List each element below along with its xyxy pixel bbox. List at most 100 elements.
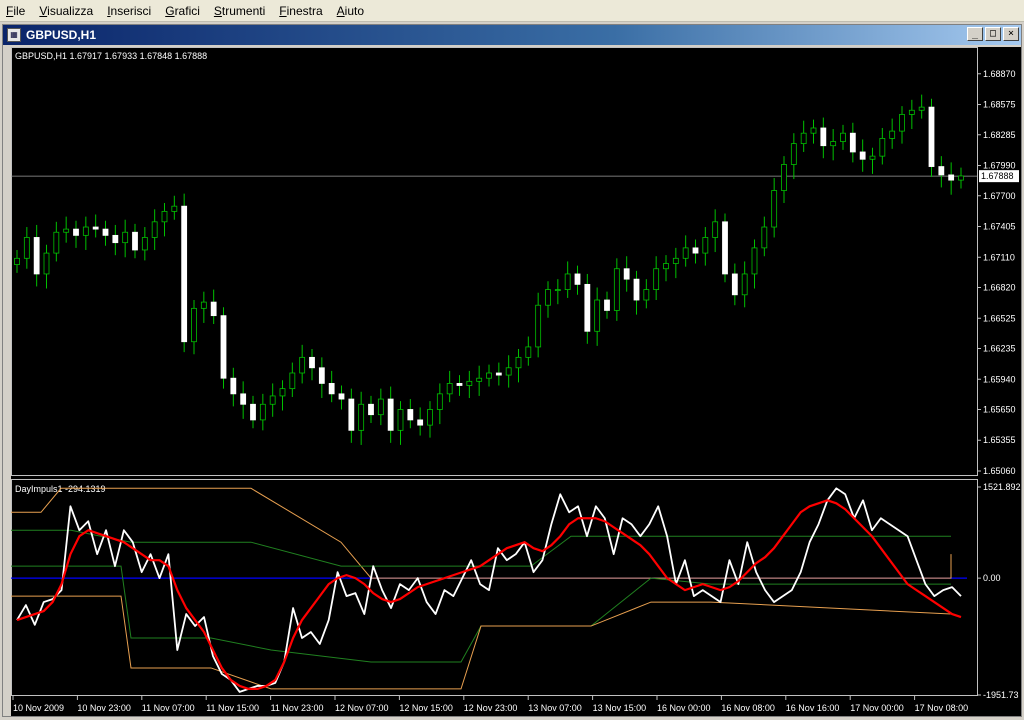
candle-bull (14, 257, 20, 265)
candle-bull (525, 346, 532, 358)
indicator-tick-label: 1521.892 (983, 482, 1021, 492)
indicator-series (11, 487, 967, 693)
candle-bull (682, 247, 689, 259)
candle-bear (928, 106, 935, 167)
menu-finestra[interactable]: Finestra (273, 0, 330, 22)
candle-bear (387, 398, 394, 431)
candle-bull (840, 132, 846, 142)
time-tick-label: 13 Nov 15:00 (593, 703, 647, 713)
candle-bull (259, 403, 266, 421)
time-tick-label: 10 Nov 2009 (13, 703, 64, 713)
time-tick-label: 11 Nov 23:00 (271, 703, 324, 713)
price-tick-label: 1.66235 (983, 343, 1016, 353)
candle-bull (53, 231, 60, 254)
candle-bull (486, 372, 492, 379)
price-tick-label: 1.65060 (983, 466, 1016, 476)
candle-bull (899, 114, 905, 132)
candle-bull (279, 388, 286, 397)
candle-bull (672, 257, 679, 264)
candle-bull (741, 273, 748, 296)
indicator-pane-border (11, 479, 978, 696)
menu-grafici[interactable]: Grafici (159, 0, 208, 22)
time-tick-label: 10 Nov 23:00 (77, 703, 131, 713)
candle-bull (122, 231, 129, 244)
window-title: GBPUSD,H1 (26, 28, 97, 42)
maximize-button[interactable]: □ (985, 27, 1001, 41)
price-tick-label: 1.65650 (983, 404, 1016, 414)
close-button[interactable]: × (1003, 27, 1019, 41)
menu-visualizza[interactable]: Visualizza (33, 0, 101, 22)
candle-bull (269, 395, 276, 405)
candle-bear (849, 132, 856, 153)
chart-canvas[interactable]: GBPUSD,H1 1.67917 1.67933 1.67848 1.6788… (11, 47, 1021, 716)
candle-bull (613, 268, 620, 311)
candle-bear (495, 372, 502, 376)
price-tick-label: 1.68870 (983, 69, 1016, 79)
candle-bear (240, 393, 247, 405)
time-tick-label: 12 Nov 15:00 (399, 703, 453, 713)
band-lower-orange (11, 595, 952, 690)
candle-bull (702, 237, 709, 254)
price-tick-label: 1.68285 (983, 130, 1016, 140)
candle-bull (751, 247, 758, 275)
time-tick-label: 17 Nov 00:00 (850, 703, 904, 713)
candle-bull (761, 226, 768, 249)
menu-file[interactable]: File (0, 0, 33, 22)
window-titlebar[interactable]: ▦ GBPUSD,H1 _ □ × (3, 25, 1021, 45)
candle-bull (200, 301, 207, 309)
window-controls: _ □ × (967, 27, 1019, 41)
candle-bull (446, 383, 453, 395)
candle-bull (781, 164, 787, 191)
candle-bull (918, 106, 925, 111)
time-axis: 10 Nov 2009 10 Nov 23:00 11 Nov 07:00 11 No… (12, 695, 969, 713)
menu-inserisci[interactable]: Inserisci (101, 0, 159, 22)
candle-bull (171, 205, 178, 212)
time-tick-label: 13 Nov 07:00 (528, 703, 582, 713)
candle-bull (505, 367, 512, 376)
candle-bear (348, 398, 355, 431)
current-price-label: 1.67888 (981, 171, 1014, 181)
candle-bear (112, 234, 119, 244)
candle-bull (82, 226, 89, 236)
candle-bull (289, 372, 296, 390)
time-tick-label: 12 Nov 07:00 (335, 703, 389, 713)
candle-bull (377, 398, 384, 416)
menu-bar: File Visualizza Inserisci Grafici Strume… (0, 0, 1024, 22)
candle-bear (731, 273, 738, 296)
time-tick-label: 17 Nov 08:00 (915, 703, 969, 713)
candle-bear (309, 356, 315, 369)
candle-bear (574, 273, 581, 285)
candle-bull (869, 155, 876, 160)
candle-bear (318, 367, 325, 384)
candle-bull (466, 380, 473, 386)
candle-bull (427, 409, 433, 426)
menu-aiuto[interactable]: Aiuto (331, 0, 372, 22)
candle-bull (515, 356, 522, 369)
candle-bull (594, 299, 601, 332)
time-tick-label: 16 Nov 08:00 (721, 703, 775, 713)
price-tick-label: 1.67110 (983, 252, 1015, 262)
minimize-button[interactable]: _ (967, 27, 983, 41)
candle-bear (92, 226, 99, 230)
candle-bull (436, 393, 443, 410)
candle-bear (250, 403, 256, 421)
menu-strumenti[interactable]: Strumenti (208, 0, 273, 22)
candle-bear (33, 237, 40, 275)
price-tick-label: 1.65940 (983, 374, 1016, 384)
candle-bull (958, 175, 964, 181)
candle-bull (397, 409, 404, 431)
candle-bear (948, 174, 955, 181)
candlestick-series (14, 94, 964, 445)
candle-bull (161, 210, 168, 223)
indicator-tick-label: 0.00 (983, 573, 1001, 583)
candle-bull (771, 190, 778, 228)
price-tick-label: 1.65355 (983, 435, 1016, 445)
price-axis: 1.68870 1.68575 1.68285 1.67990 1.67700 1.674… (11, 69, 1019, 476)
time-tick-label: 16 Nov 16:00 (786, 703, 840, 713)
candle-bull (23, 237, 30, 259)
candle-bear (584, 283, 591, 332)
chart-svg: GBPUSD,H1 1.67917 1.67933 1.67848 1.6788… (11, 47, 1021, 713)
candle-bull (663, 263, 669, 270)
candle-bear (181, 205, 188, 343)
candle-bull (141, 237, 148, 251)
